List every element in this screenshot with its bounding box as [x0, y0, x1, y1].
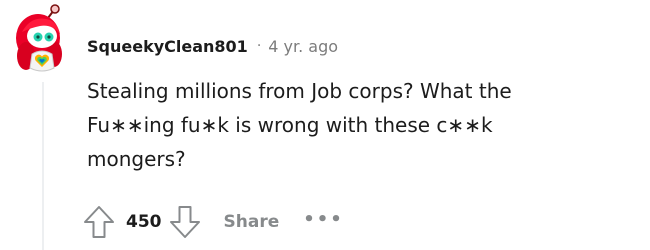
- more-options-button[interactable]: •••: [303, 209, 344, 230]
- downvote-arrow-icon: [169, 206, 200, 238]
- share-button[interactable]: Share: [224, 212, 280, 232]
- snoo-avatar-icon[interactable]: [14, 4, 70, 76]
- vote-score: 450: [126, 212, 162, 232]
- downvote-button[interactable]: [168, 204, 202, 240]
- comment-body-line: Fu∗∗ing fu∗k is wrong with these c∗∗k: [87, 113, 493, 137]
- comment-timestamp[interactable]: 4 yr. ago: [268, 37, 338, 56]
- comment-body-line: Stealing millions from Job corps? What t…: [87, 79, 512, 103]
- username-link[interactable]: SqueekyClean801: [87, 37, 248, 56]
- comment: SqueekyClean801 · 4 yr. ago Stealing mil…: [0, 0, 650, 250]
- meta-separator: ·: [256, 38, 262, 54]
- comment-body: Stealing millions from Job corps? What t…: [87, 74, 627, 176]
- comment-body-line: mongers?: [87, 147, 186, 171]
- upvote-button[interactable]: [82, 204, 116, 240]
- comment-actions: 450 Share •••: [82, 204, 344, 240]
- comment-header: SqueekyClean801 · 4 yr. ago: [87, 33, 338, 59]
- upvote-arrow-icon: [84, 206, 114, 238]
- thread-line[interactable]: [42, 82, 44, 250]
